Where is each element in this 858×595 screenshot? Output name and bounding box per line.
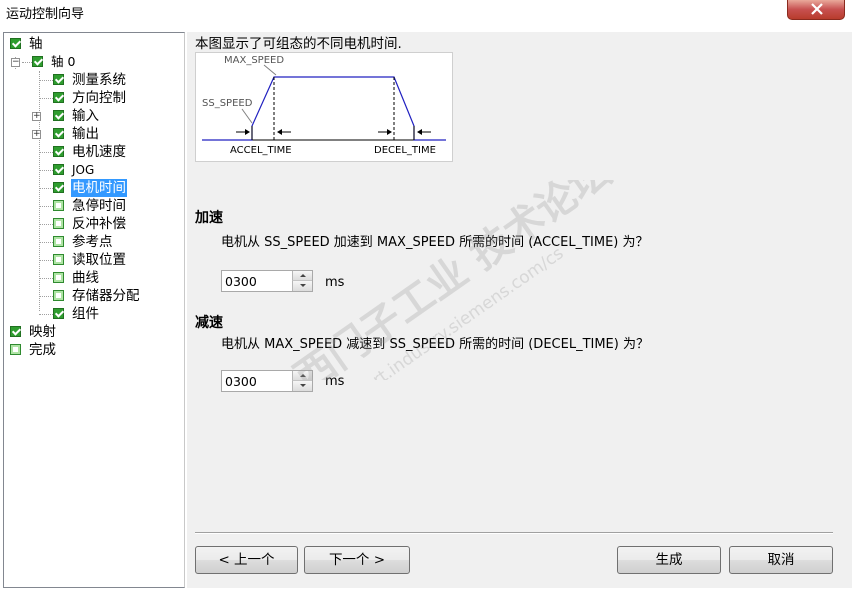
- collapse-icon[interactable]: −: [11, 58, 20, 67]
- unconfigured-icon: [53, 272, 64, 283]
- cancel-button[interactable]: 取消: [729, 546, 833, 574]
- checked-icon: [53, 110, 64, 121]
- tree-connector: [22, 62, 32, 63]
- tree-item-label: 输出: [72, 126, 99, 142]
- tree-item-label: 读取位置: [72, 252, 126, 268]
- arrow-head-icon: [387, 129, 392, 135]
- checked-icon: [10, 38, 21, 49]
- checked-icon: [53, 164, 64, 175]
- next-button[interactable]: 下一个 >: [304, 546, 410, 574]
- ss-speed-label: SS_SPEED: [202, 98, 253, 109]
- accel-time-value: 0300: [225, 274, 257, 289]
- decel-time-label: DECEL_TIME: [374, 145, 436, 156]
- expand-icon[interactable]: +: [32, 112, 41, 121]
- decel-question: 电机从 MAX_SPEED 减速到 SS_SPEED 所需的时间 (DECEL_…: [221, 337, 649, 352]
- checked-icon: [53, 128, 64, 139]
- accel-question: 电机从 SS_SPEED 加速到 MAX_SPEED 所需的时间 (ACCEL_…: [221, 235, 649, 250]
- decel-time-input[interactable]: 0300: [221, 370, 313, 392]
- spin-up-icon[interactable]: [292, 271, 312, 281]
- decel-time-value: 0300: [225, 374, 257, 389]
- tree-item-label: 轴: [29, 36, 43, 52]
- spin-up-icon[interactable]: [292, 371, 312, 381]
- tree-item-label: 映射: [29, 324, 56, 340]
- unconfigured-icon: [10, 344, 21, 355]
- checked-icon: [53, 182, 64, 193]
- arrow-head-icon: [245, 129, 250, 135]
- tree-item-label: 存储器分配: [72, 288, 140, 304]
- max-speed-pointer: [263, 64, 277, 76]
- tree-item-label: 完成: [29, 342, 56, 358]
- decel-time-stepper[interactable]: [292, 371, 312, 391]
- generate-button[interactable]: 生成: [617, 546, 721, 574]
- checked-icon: [53, 146, 64, 157]
- checked-icon: [53, 74, 64, 85]
- unconfigured-icon: [53, 236, 64, 247]
- accel-title: 加速: [195, 210, 223, 226]
- spin-down-icon[interactable]: [292, 281, 312, 291]
- tree-item-label: 测量系统: [72, 72, 126, 88]
- tree-item-label: 轴 0: [51, 54, 76, 69]
- decel-title: 减速: [195, 315, 223, 331]
- tree-item-label: 方向控制: [72, 90, 126, 106]
- decel-unit-label: ms: [325, 374, 345, 389]
- navigation-tree[interactable]: 轴 − 轴 0 测量系统 方向控制 + 输入 + 输出 电机速度 JOG 电机时…: [3, 32, 185, 588]
- tree-connector: [39, 71, 40, 311]
- tree-item-label: 反冲补偿: [72, 216, 126, 232]
- title-bar: 运动控制向导: [0, 0, 858, 32]
- checked-icon: [53, 308, 64, 319]
- accel-time-label: ACCEL_TIME: [230, 145, 292, 156]
- motor-time-diagram: MAX_SPEED SS_SPEED ACCEL_TIME DECEL_TIME: [195, 52, 453, 162]
- unconfigured-icon: [53, 200, 64, 211]
- tree-item-label: 电机速度: [72, 144, 126, 160]
- ss-speed-pointer: [241, 108, 253, 124]
- tree-item-label: 曲线: [72, 270, 99, 286]
- arrow-head-icon: [277, 129, 282, 135]
- expand-icon[interactable]: +: [32, 130, 41, 139]
- tree-item-label: JOG: [72, 163, 95, 177]
- spin-down-icon[interactable]: [292, 381, 312, 391]
- checked-icon: [53, 92, 64, 103]
- tree-item-label: 输入: [72, 108, 99, 124]
- accel-time-stepper[interactable]: [292, 271, 312, 291]
- unconfigured-icon: [53, 218, 64, 229]
- arrow-head-icon: [417, 129, 422, 135]
- close-button[interactable]: [787, 0, 845, 20]
- tree-item-label: 急停时间: [72, 198, 126, 214]
- button-divider: [195, 532, 833, 534]
- wizard-content: 本图显示了可组态的不同电机时间. MAX_SPEED SS_SPEED ACCE…: [187, 32, 852, 588]
- intro-text: 本图显示了可组态的不同电机时间.: [195, 36, 402, 52]
- tree-item-label-selected: 电机时间: [71, 179, 127, 197]
- accel-unit-label: ms: [325, 275, 345, 290]
- tree-item-label: 参考点: [72, 234, 113, 250]
- close-icon: [811, 3, 823, 15]
- previous-button[interactable]: < 上一个: [195, 546, 298, 574]
- checked-icon: [10, 326, 21, 337]
- window-title: 运动控制向导: [6, 7, 85, 22]
- tree-item-label: 组件: [72, 306, 99, 322]
- checked-icon: [32, 56, 43, 67]
- max-speed-label: MAX_SPEED: [224, 55, 284, 66]
- unconfigured-icon: [53, 290, 64, 301]
- accel-time-input[interactable]: 0300: [221, 270, 313, 292]
- unconfigured-icon: [53, 254, 64, 265]
